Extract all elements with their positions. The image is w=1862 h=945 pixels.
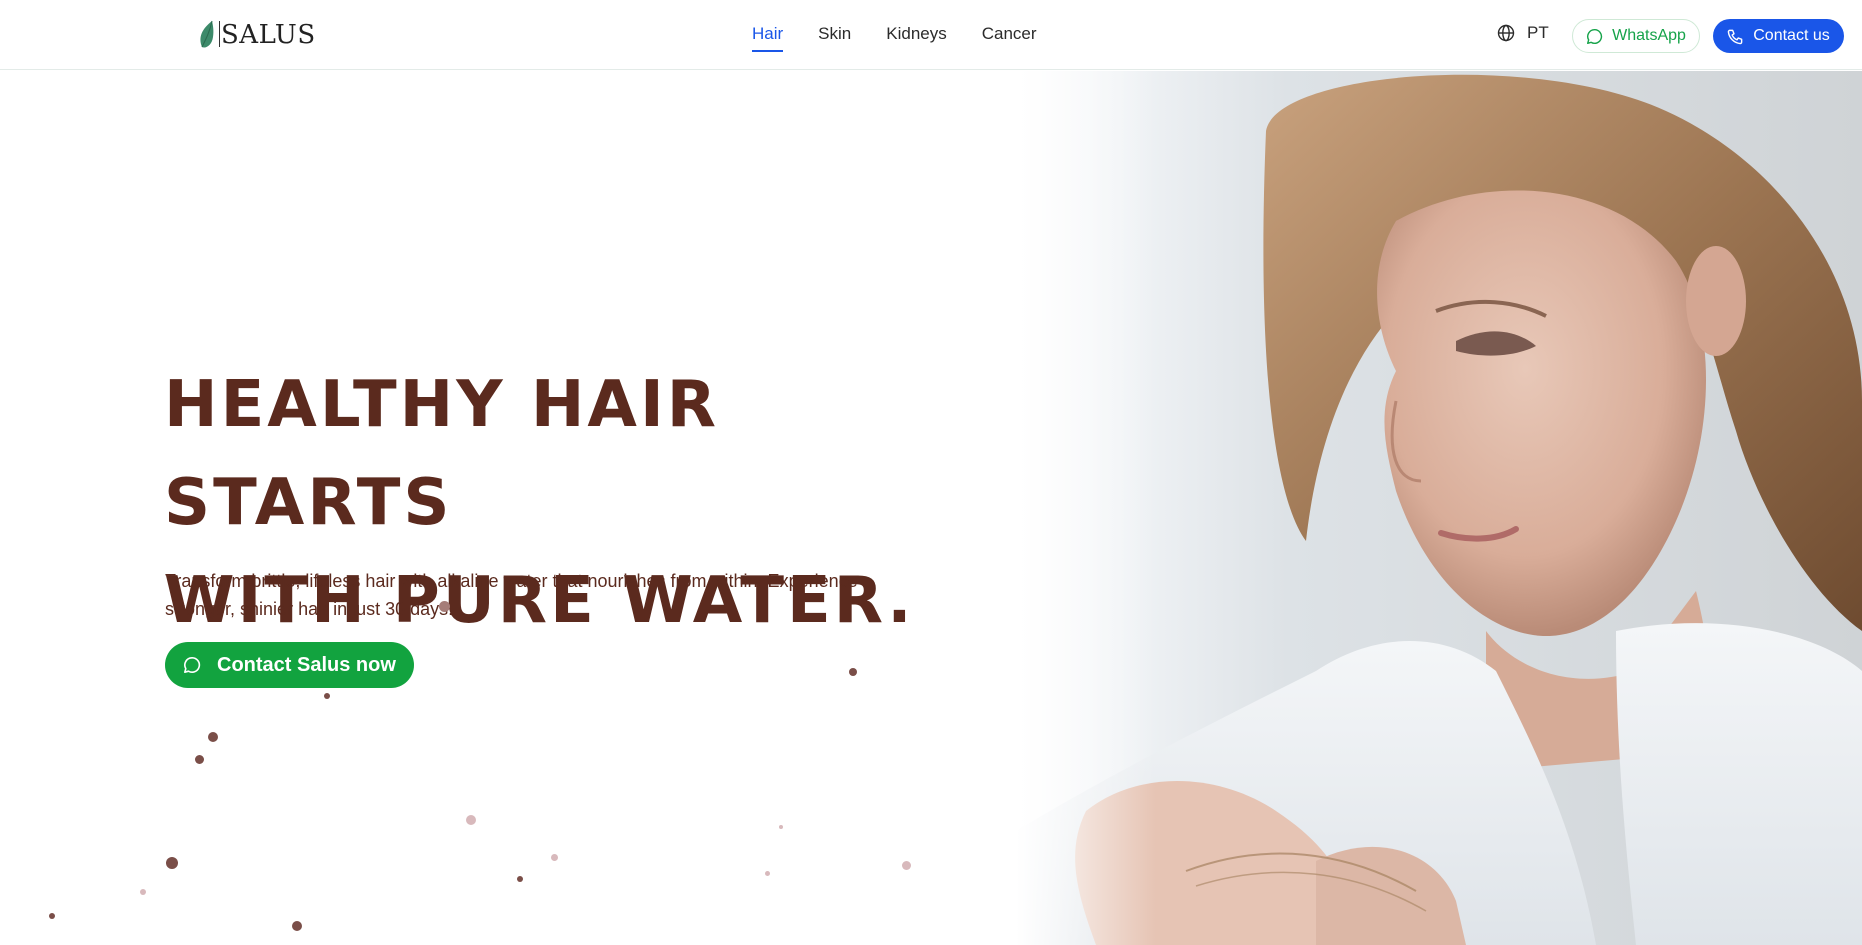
nav-item-skin[interactable]: Skin: [818, 24, 851, 46]
hero-title-line1: HEALTHY HAIR STARTS: [164, 368, 720, 540]
particle-dot: [166, 857, 178, 869]
whatsapp-button[interactable]: WhatsApp: [1572, 19, 1700, 53]
logo-wordmark: SALUS: [219, 20, 316, 50]
contact-us-label: Contact us: [1753, 27, 1830, 44]
particle-dot: [849, 668, 857, 676]
contact-salus-now-button[interactable]: Contact Salus now: [165, 642, 414, 688]
main-nav: Hair Skin Kidneys Cancer: [752, 0, 1072, 70]
particle-dot: [195, 755, 204, 764]
language-switcher[interactable]: PT: [1497, 23, 1549, 43]
hero-photo: [1016, 71, 1862, 945]
whatsapp-label: WhatsApp: [1612, 27, 1686, 44]
particle-dot: [49, 913, 55, 919]
particle-dot: [902, 861, 911, 870]
particle-dot: [324, 693, 330, 699]
contact-us-button[interactable]: Contact us: [1713, 19, 1844, 53]
cta-label: Contact Salus now: [217, 653, 396, 676]
nav-item-kidneys[interactable]: Kidneys: [886, 24, 946, 46]
nav-item-cancer[interactable]: Cancer: [982, 24, 1037, 46]
particle-dot: [779, 825, 783, 829]
particle-dot: [765, 871, 770, 876]
particle-dot: [292, 921, 302, 931]
language-label: PT: [1527, 23, 1549, 42]
particle-dot: [439, 601, 450, 612]
salus-logo[interactable]: SALUS: [196, 18, 316, 52]
particle-dot: [551, 854, 558, 861]
particle-dot: [466, 815, 476, 825]
particle-dot: [140, 889, 146, 895]
phone-icon: [1727, 29, 1743, 44]
particle-dot: [208, 732, 218, 742]
globe-icon: [1497, 24, 1515, 42]
particle-dot: [517, 876, 523, 882]
hero-photo-illustration: [1016, 71, 1862, 945]
nav-item-hair[interactable]: Hair: [752, 24, 784, 52]
chat-bubble-icon: [184, 656, 201, 673]
hero-subtitle-line1: Transform brittle, lifeless hair with al…: [165, 571, 858, 591]
chat-bubble-icon: [1587, 28, 1603, 44]
hero-subtitle: Transform brittle, lifeless hair with al…: [165, 567, 925, 623]
leaf-logo-icon: [200, 20, 214, 48]
hero-subtitle-line2: stronger, shinier hair in just 30 days.: [165, 599, 454, 619]
top-header: SALUS Hair Skin Kidneys Cancer PT WhatsA…: [0, 0, 1862, 70]
